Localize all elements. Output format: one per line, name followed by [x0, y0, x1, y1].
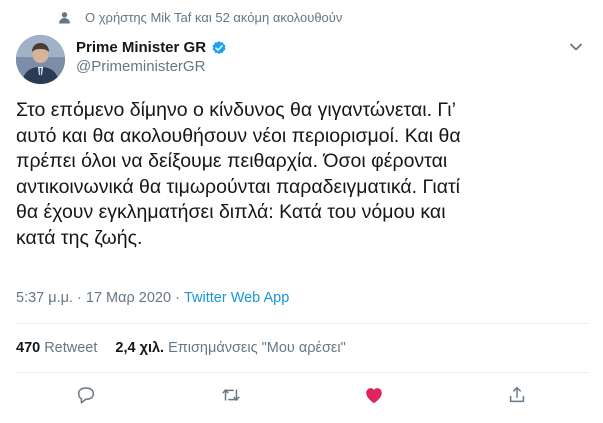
verified-badge-icon — [212, 40, 226, 54]
author-block[interactable]: Prime Minister GR @PrimeministerGR — [76, 39, 227, 75]
tweet-source-link[interactable]: Twitter Web App — [184, 290, 289, 306]
tweet-timestamp[interactable]: 5:37 μ.μ. · 17 Μαρ 2020 — [16, 290, 171, 306]
retweets-label: Retweet — [44, 340, 98, 356]
social-context[interactable]: Ο χρήστης Mik Taf και 52 ακόμη ακολουθού… — [58, 10, 342, 25]
reply-icon[interactable] — [75, 384, 97, 406]
likes-stat[interactable]: 2,4 χιλ. Επισημάνσεις "Μου αρέσει" — [115, 340, 345, 356]
retweet-icon[interactable] — [220, 384, 242, 406]
divider — [16, 323, 589, 324]
divider — [16, 372, 589, 373]
retweets-stat[interactable]: 470 Retweet — [16, 340, 97, 356]
author-handle[interactable]: @PrimeministerGR — [76, 58, 227, 75]
likes-count: 2,4 χιλ. — [115, 340, 165, 356]
chevron-down-icon[interactable] — [568, 39, 584, 55]
tweet-actions — [0, 380, 603, 410]
avatar[interactable] — [16, 35, 65, 84]
person-icon — [59, 12, 70, 24]
tweet-meta: 5:37 μ.μ. · 17 Μαρ 2020 · Twitter Web Ap… — [16, 290, 289, 306]
tweet-stats: 470 Retweet 2,4 χιλ. Επισημάνσεις "Μου αρέ… — [16, 340, 346, 356]
avatar-photo — [16, 35, 65, 84]
tweet-text: Στο επόμενο δίμηνο ο κίνδυνος θα γιγαντώ… — [16, 99, 461, 249]
retweets-count: 470 — [16, 340, 41, 356]
share-icon[interactable] — [506, 384, 528, 406]
like-icon[interactable] — [363, 384, 385, 406]
social-context-text: Ο χρήστης Mik Taf και 52 ακόμη ακολουθού… — [85, 10, 343, 25]
meta-separator: · — [175, 290, 180, 306]
author-name[interactable]: Prime Minister GR — [76, 39, 206, 56]
likes-label: Επισημάνσεις "Μου αρέσει" — [168, 340, 346, 356]
